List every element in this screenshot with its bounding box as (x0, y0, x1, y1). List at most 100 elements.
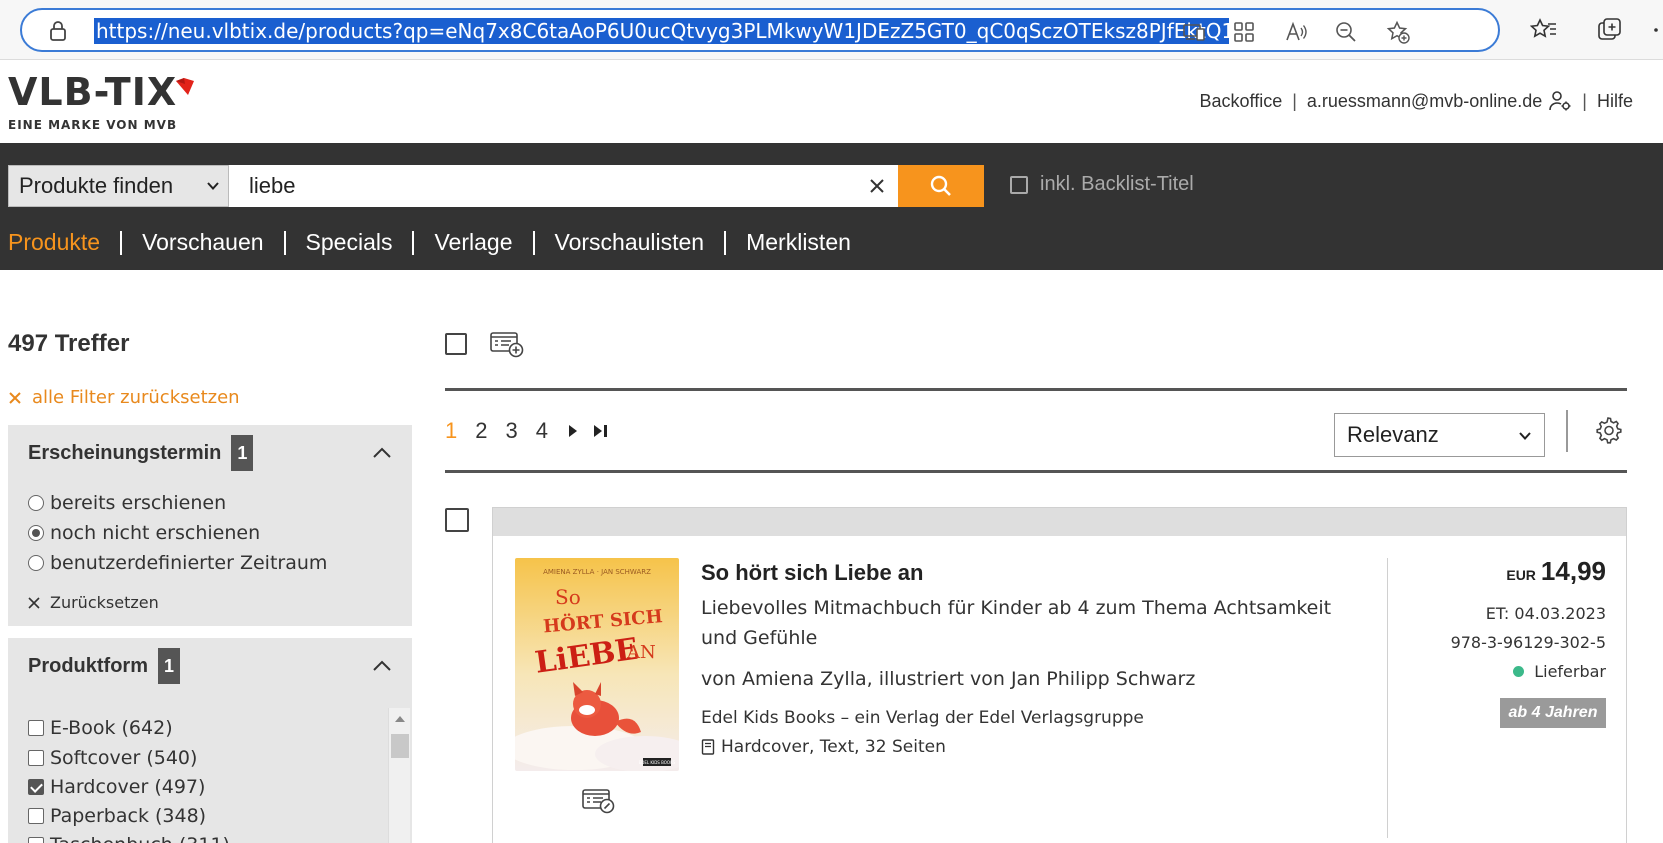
facet-option-label: benutzerdefinierter Zeitraum (50, 552, 328, 574)
collections-icon[interactable] (1596, 16, 1624, 44)
last-page-button[interactable] (592, 423, 610, 439)
add-favorite-icon[interactable] (1386, 20, 1410, 44)
backoffice-link[interactable]: Backoffice (1200, 91, 1283, 112)
nav-separator (724, 230, 727, 255)
book-cover[interactable]: AMIENA ZYLLA · JAN SCHWARZ So HÖRT SICH … (515, 558, 679, 771)
backlist-label: inkl. Backlist-Titel (1040, 173, 1194, 195)
facet-option[interactable]: Paperback (348) (28, 805, 206, 827)
read-aloud-icon[interactable] (1284, 20, 1308, 44)
availability-dot (1513, 666, 1525, 677)
facet-reset-label: Zurücksetzen (50, 593, 159, 612)
address-bar[interactable]: https://neu.vlbtix.de/products?qp=eNq7x8… (20, 8, 1500, 52)
facet-option-label: noch nicht erschienen (50, 522, 261, 544)
close-icon (28, 596, 40, 609)
header-separator: | (1582, 90, 1587, 111)
facet-reset-link[interactable]: Zurücksetzen (28, 593, 159, 612)
cover-authors: AMIENA ZYLLA · JAN SCHWARZ (543, 568, 651, 576)
cover-title-4: AN (626, 642, 656, 663)
product-format-label: Hardcover, Text, 32 Seiten (721, 737, 946, 757)
chevron-up-icon[interactable] (372, 446, 392, 460)
skip-end-icon (594, 425, 607, 437)
facet-option[interactable]: benutzerdefinierter Zeitraum (28, 552, 327, 574)
reset-all-label: alle Filter zurücksetzen (32, 387, 240, 408)
search-button[interactable] (898, 165, 984, 207)
lock-icon[interactable] (48, 20, 68, 42)
zoom-out-icon[interactable] (1334, 20, 1358, 44)
checkbox[interactable] (28, 750, 44, 766)
product-select-checkbox[interactable] (445, 508, 469, 532)
sort-select[interactable]: Relevanz (1334, 413, 1545, 457)
help-link[interactable]: Hilfe (1597, 91, 1633, 112)
product-publisher: Edel Kids Books – ein Verlag der Edel Ve… (701, 708, 1144, 728)
chevron-down-icon (207, 182, 219, 190)
page-2[interactable]: 2 (475, 418, 487, 444)
nav-item-vorschaulisten[interactable]: Vorschaulisten (555, 229, 705, 256)
app-available-icon[interactable] (1182, 20, 1206, 44)
facet-option-label: Paperback (348) (50, 805, 207, 827)
facet-option[interactable]: E-Book (642) (28, 717, 173, 739)
checkbox-checked[interactable] (28, 779, 44, 795)
page-1[interactable]: 1 (445, 418, 457, 444)
play-right-icon (569, 425, 577, 437)
availability-status: Lieferbar (1513, 662, 1606, 681)
backlist-toggle[interactable]: inkl. Backlist-Titel (1010, 173, 1194, 196)
nav-item-produkte[interactable]: Produkte (8, 229, 100, 256)
product-format: Hardcover, Text, 32 Seiten (701, 737, 946, 757)
url-text[interactable]: https://neu.vlbtix.de/products?qp=eNq7x8… (94, 18, 1229, 44)
radio-button-selected[interactable] (28, 525, 44, 541)
nav-item-vorschauen[interactable]: Vorschauen (142, 229, 263, 256)
user-settings-icon[interactable] (1548, 90, 1572, 112)
more-options-icon[interactable] (1650, 16, 1663, 44)
clear-search-icon[interactable] (868, 177, 886, 195)
age-badge: ab 4 Jahren (1500, 698, 1606, 728)
scroll-up-arrow[interactable] (395, 716, 405, 722)
page-3[interactable]: 3 (506, 418, 518, 444)
reset-all-filters-link[interactable]: alle Filter zurücksetzen (8, 387, 240, 408)
logo-gem-icon (176, 78, 194, 95)
site-logo[interactable]: VLB-TIX EINE MARKE VON MVB (8, 72, 194, 132)
facet-count-badge: 1 (231, 435, 254, 471)
nav-item-verlage[interactable]: Verlage (434, 229, 512, 256)
divider (1387, 558, 1388, 838)
apps-grid-icon[interactable] (1232, 20, 1256, 44)
divider (1566, 410, 1568, 452)
facet-option[interactable]: Taschenbuch (311) (28, 834, 230, 843)
product-title[interactable]: So hört sich Liebe an (701, 560, 923, 586)
search-query: liebe (249, 173, 296, 198)
facet-option[interactable]: Softcover (540) (28, 747, 197, 769)
page-4[interactable]: 4 (536, 418, 548, 444)
book-cover-image: AMIENA ZYLLA · JAN SCHWARZ So HÖRT SICH … (515, 558, 679, 771)
search-scope-select[interactable]: Produkte finden (8, 165, 229, 207)
facet-header[interactable]: Erscheinungstermin 1 (28, 435, 254, 471)
facet-count-badge: 1 (158, 648, 180, 684)
radio-button[interactable] (28, 555, 44, 571)
facet-option[interactable]: noch nicht erschienen (28, 522, 260, 544)
facet-title: Erscheinungstermin (28, 441, 222, 464)
nav-item-merklisten[interactable]: Merklisten (746, 229, 851, 256)
checkbox[interactable] (28, 837, 44, 843)
gear-icon[interactable] (1594, 416, 1622, 444)
facet-option[interactable]: Hardcover (497) (28, 776, 205, 798)
facet-option[interactable]: bereits erschienen (28, 492, 226, 514)
edit-list-icon[interactable] (581, 788, 615, 814)
checkbox[interactable] (28, 720, 44, 736)
checkbox[interactable] (28, 808, 44, 824)
facet-header[interactable]: Produktform 1 (28, 648, 180, 684)
add-to-list-icon[interactable] (489, 330, 525, 358)
backlist-checkbox[interactable] (1010, 175, 1028, 194)
book-icon (701, 739, 715, 755)
availability-label: Lieferbar (1534, 662, 1606, 681)
logo-tagline: EINE MARKE VON MVB (8, 118, 178, 132)
next-page-button[interactable] (566, 423, 580, 439)
search-input[interactable]: liebe (229, 165, 898, 207)
facet-scrollbar[interactable] (388, 708, 410, 843)
user-account-link[interactable]: a.ruessmann@mvb-online.de (1307, 91, 1542, 112)
browser-toolbar: https://neu.vlbtix.de/products?qp=eNq7x8… (0, 0, 1663, 60)
scroll-thumb[interactable] (391, 734, 409, 758)
chevron-up-icon[interactable] (372, 659, 392, 673)
favorites-icon[interactable] (1530, 16, 1558, 44)
radio-button[interactable] (28, 495, 44, 511)
nav-item-specials[interactable]: Specials (306, 229, 393, 256)
select-all-checkbox[interactable] (445, 333, 467, 355)
nav-separator (120, 230, 123, 255)
